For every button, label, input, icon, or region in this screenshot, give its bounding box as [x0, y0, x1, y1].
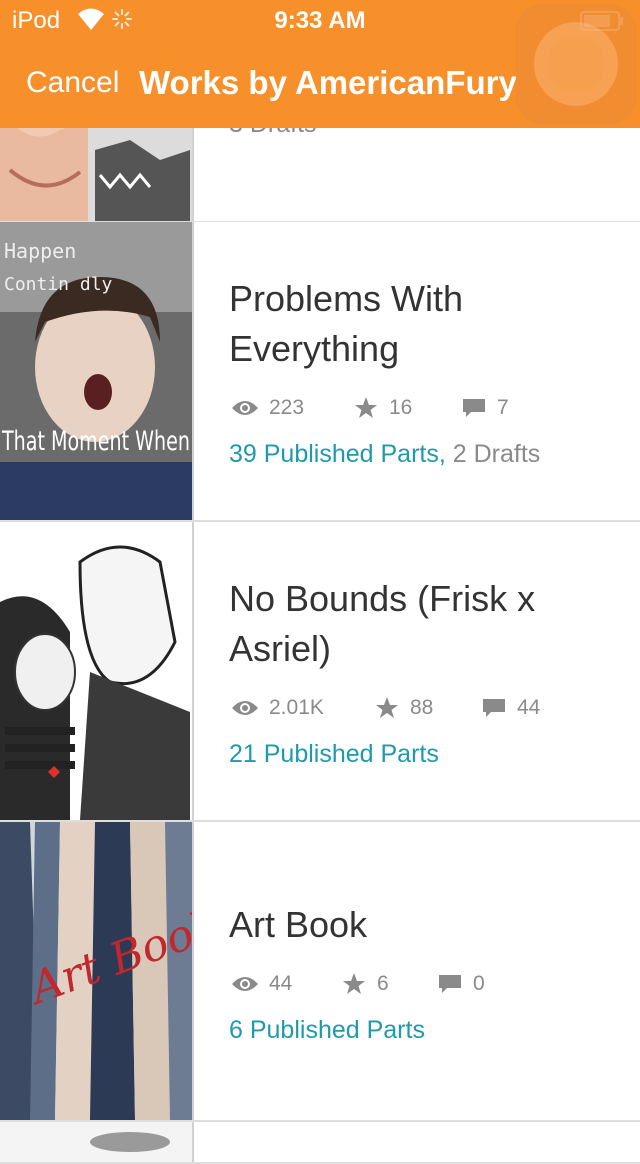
- work-row[interactable]: Happen Contin dly That Moment When Probl…: [0, 222, 640, 522]
- votes-stat: 88: [374, 688, 433, 728]
- votes-stat: 16: [353, 388, 412, 428]
- cover-text: That Moment When: [1, 426, 190, 457]
- published-parts: 6 Published Parts: [229, 1016, 425, 1044]
- views-stat: 223: [231, 388, 304, 428]
- parts-count: 39 Published Parts, 2 Drafts: [229, 440, 609, 469]
- nav-header: iPod 9:33 AM Cancel Works by AmericanFur…: [0, 0, 640, 128]
- stats-bar: 2.01K 88 44: [229, 688, 609, 728]
- comments-count: 0: [473, 972, 485, 995]
- votes-count: 6: [377, 972, 389, 995]
- cover-image: [0, 1122, 194, 1162]
- comment-icon: [439, 975, 461, 993]
- cancel-button[interactable]: Cancel: [26, 66, 119, 100]
- eye-icon: [232, 401, 258, 415]
- cover-image: Happen Contin dly That Moment When: [0, 222, 194, 520]
- assistive-touch-button[interactable]: [516, 4, 636, 124]
- comment-icon: [483, 699, 505, 717]
- comments-count: 44: [517, 696, 541, 719]
- star-icon: [376, 697, 398, 718]
- work-row[interactable]: Art Book Art Book 44 6 0 6 Published Par…: [0, 822, 640, 1122]
- cover-image: [0, 522, 194, 820]
- views-count: 44: [269, 972, 293, 995]
- page-title: Works by AmericanFury: [139, 64, 517, 101]
- votes-count: 88: [410, 696, 434, 719]
- comments-stat: 7: [461, 388, 509, 428]
- story-title[interactable]: Problems With Everything: [229, 274, 609, 374]
- comment-icon: [463, 399, 485, 417]
- views-count: 2.01K: [269, 696, 324, 719]
- views-stat: 2.01K: [231, 688, 324, 728]
- stats-bar: 223 16 7: [229, 388, 609, 428]
- star-icon: [355, 397, 377, 418]
- parts-count: 6 Published Parts: [229, 1016, 609, 1045]
- star-icon: [343, 973, 365, 994]
- cover-image: Art Book: [0, 822, 194, 1120]
- story-title[interactable]: No Bounds (Frisk x Asriel): [229, 574, 609, 674]
- eye-icon: [232, 701, 258, 715]
- views-stat: 44: [231, 964, 292, 1004]
- comments-stat: 0: [437, 964, 485, 1004]
- story-title[interactable]: Art Book: [229, 900, 609, 950]
- comments-count: 7: [497, 396, 509, 419]
- stats-bar: 44 6 0: [229, 964, 609, 1004]
- drafts-count: 2 Drafts: [452, 440, 541, 468]
- cover-text: Happen: [4, 239, 76, 263]
- published-parts: 39 Published Parts,: [229, 440, 446, 468]
- comments-stat: 44: [481, 688, 540, 728]
- published-parts: 21 Published Parts: [229, 740, 439, 768]
- assistive-core-icon: [547, 35, 605, 93]
- parts-count: 21 Published Parts: [229, 740, 609, 769]
- eye-icon: [232, 977, 258, 991]
- work-row[interactable]: No Bounds (Frisk x Asriel) 2.01K 88 44 2…: [0, 522, 640, 822]
- work-row[interactable]: [0, 1122, 640, 1164]
- votes-count: 16: [389, 396, 413, 419]
- views-count: 223: [269, 396, 305, 419]
- cover-text: Contin dly: [4, 274, 113, 295]
- votes-stat: 6: [341, 964, 389, 1004]
